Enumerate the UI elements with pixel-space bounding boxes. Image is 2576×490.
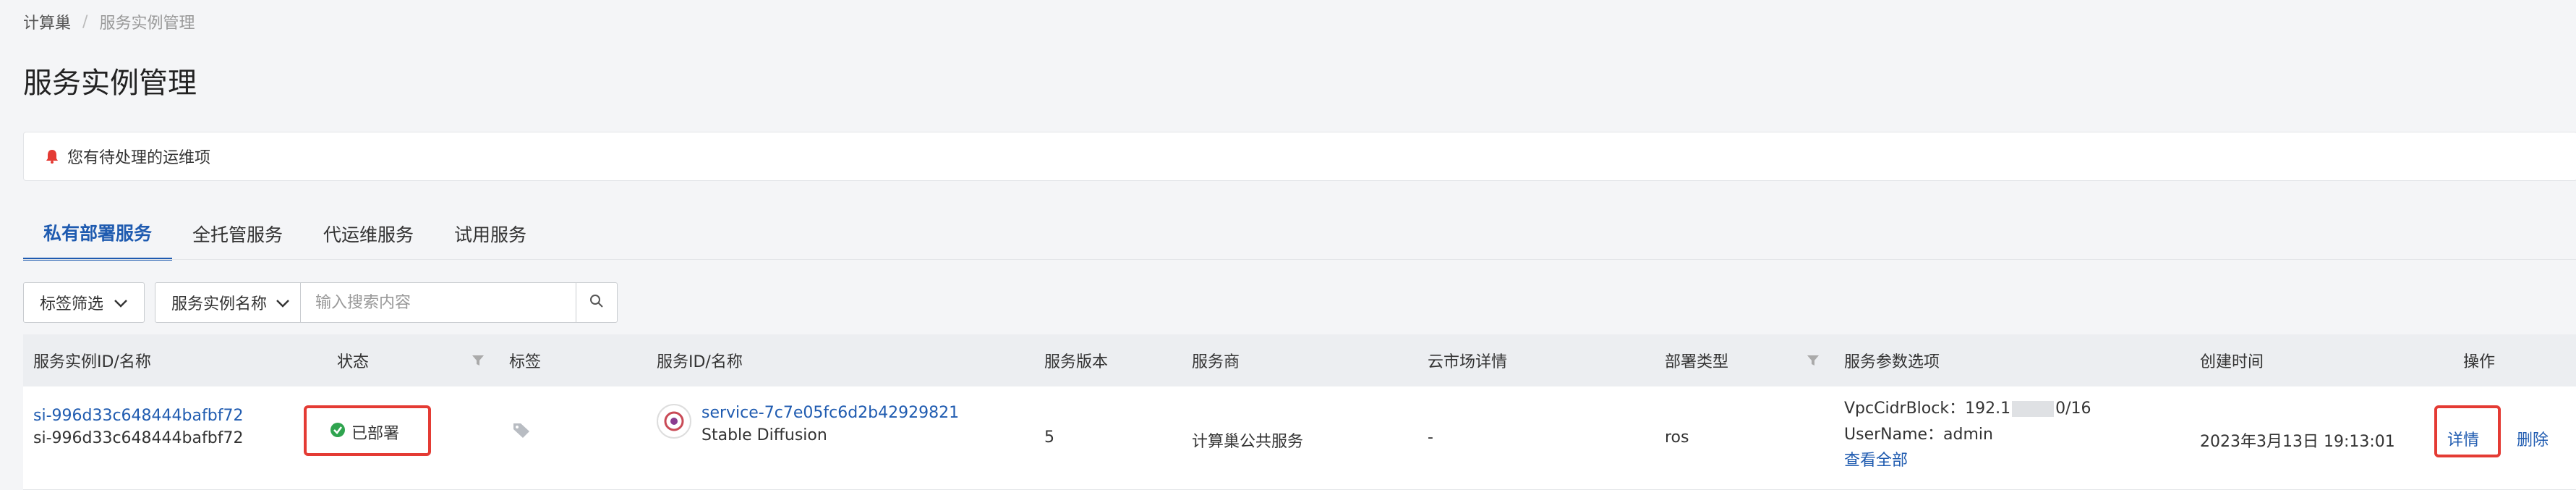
instance-name: si-996d33c648444bafbf72: [33, 429, 244, 447]
deploy-type-filter-icon[interactable]: [1807, 334, 1820, 386]
stable-diffusion-logo-icon: [657, 404, 691, 439]
service-provider: 计算巢公共服务: [1192, 433, 1304, 451]
param-vpc: VpcCidrBlock：192.1 0/16: [1844, 395, 2091, 418]
service-id-link[interactable]: service-7c7e05fc6d2b42929821: [701, 404, 959, 422]
view-all-params-link[interactable]: 查看全部: [1844, 447, 1908, 470]
service-cell: service-7c7e05fc6d2b42929821 Stable Diff…: [701, 404, 959, 444]
header-params: 服务参数选项: [1844, 353, 1940, 371]
search-field-label: 服务实例名称: [171, 295, 268, 313]
search-field-dropdown[interactable]: 服务实例名称: [155, 283, 302, 322]
service-name: Stable Diffusion: [701, 426, 827, 444]
tab-managed-ops[interactable]: 代运维服务: [303, 207, 434, 261]
table-row: si-996d33c648444bafbf72 si-996d33c648444…: [23, 386, 2576, 490]
notice-text: 您有待处理的运维项: [67, 149, 211, 167]
param-vpc-label: VpcCidrBlock：: [1844, 400, 1966, 418]
header-tags: 标签: [509, 353, 542, 371]
breadcrumb-root[interactable]: 计算巢: [23, 10, 71, 33]
service-version: 5: [1044, 428, 1054, 447]
search-button[interactable]: [576, 283, 617, 322]
search-icon: [589, 294, 604, 311]
marketplace-detail: -: [1428, 428, 1433, 447]
deploy-type: ros: [1665, 428, 1689, 447]
header-deploy-type: 部署类型: [1665, 353, 1729, 371]
param-username: UserName：admin: [1844, 426, 1993, 444]
header-marketplace: 云市场详情: [1428, 353, 1508, 371]
breadcrumb: 计算巢 / 服务实例管理: [23, 10, 195, 33]
search-input[interactable]: [301, 283, 576, 322]
header-instance: 服务实例ID/名称: [33, 353, 151, 371]
tab-private-deploy[interactable]: 私有部署服务: [23, 207, 173, 261]
status-cell: 已部署: [330, 421, 399, 444]
params-cell: VpcCidrBlock：192.1 0/16 UserName：admin 查看…: [1844, 395, 2091, 470]
redaction-mask: [2012, 401, 2055, 417]
instance-cell: si-996d33c648444bafbf72 si-996d33c648444…: [33, 407, 243, 447]
pending-ops-notice[interactable]: 您有待处理的运维项: [23, 132, 2576, 181]
tab-fully-managed[interactable]: 全托管服务: [172, 207, 303, 261]
breadcrumb-current: 服务实例管理: [99, 14, 195, 33]
tag-filter-dropdown[interactable]: 标签筛选: [23, 282, 145, 323]
tag-icon[interactable]: [512, 421, 531, 439]
delete-link[interactable]: 删除: [2517, 427, 2549, 450]
instances-table: 服务实例ID/名称 状态 标签 服务ID/名称 服务版本 服务商 云市场详情 部…: [23, 334, 2576, 490]
header-provider: 服务商: [1192, 353, 1240, 371]
header-service: 服务ID/名称: [657, 353, 743, 371]
header-actions: 操作: [2463, 353, 2496, 371]
header-created: 创建时间: [2200, 353, 2264, 371]
detail-link[interactable]: 详情: [2447, 427, 2479, 450]
param-vpc-suffix: 0/16: [2055, 400, 2091, 418]
filter-bar: 标签筛选 服务实例名称: [23, 282, 618, 323]
tab-trial[interactable]: 试用服务: [434, 207, 547, 261]
top-bar: 计算巢 / 服务实例管理: [0, 0, 2576, 43]
tag-filter-label: 标签筛选: [40, 295, 104, 313]
search-group: 服务实例名称: [155, 282, 618, 323]
table-header: 服务实例ID/名称 状态 标签 服务ID/名称 服务版本 服务商 云市场详情 部…: [23, 334, 2576, 386]
chevron-down-icon: [276, 294, 290, 312]
service-tabs: 私有部署服务 全托管服务 代运维服务 试用服务: [23, 207, 547, 261]
tabs-divider: [23, 259, 2576, 260]
param-vpc-prefix: 192.1: [1965, 400, 2011, 418]
check-circle-icon: [330, 422, 346, 442]
page-title: 服务实例管理: [23, 67, 197, 100]
status-badge: 已部署: [351, 425, 400, 443]
breadcrumb-separator: /: [82, 12, 88, 31]
instance-id-link[interactable]: si-996d33c648444bafbf72: [33, 407, 243, 425]
service-logo: [657, 404, 691, 439]
bell-icon: [44, 148, 60, 164]
header-status: 状态: [337, 353, 370, 371]
status-filter-icon[interactable]: [472, 334, 485, 386]
created-time: 2023年3月13日 19:13:01: [2200, 433, 2395, 451]
header-version: 服务版本: [1044, 353, 1109, 371]
chevron-down-icon: [114, 294, 128, 312]
